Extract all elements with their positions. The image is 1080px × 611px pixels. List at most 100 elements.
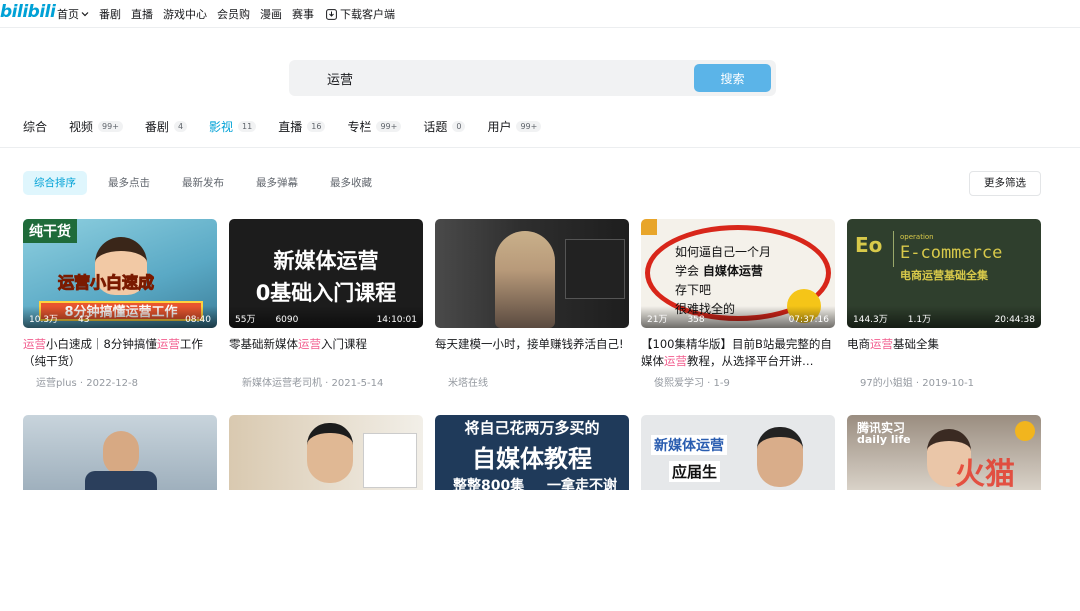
filter-most-favorites[interactable]: 最多收藏: [319, 171, 383, 195]
video-thumbnail[interactable]: [435, 219, 629, 328]
bilibili-logo[interactable]: bilibili: [0, 2, 56, 22]
tab-video[interactable]: 视频 99+: [69, 118, 123, 135]
thumb-subline: 应届生: [669, 461, 721, 482]
main-nav: 首页 番剧 直播 游戏中心 会员购 漫画 赛事 下载客户端: [57, 6, 405, 22]
tab-all[interactable]: 综合: [23, 118, 47, 135]
video-card[interactable]: 每天建模一小时，接单赚钱养活自己! 米塔在线: [435, 219, 629, 415]
chevron-down-icon: [81, 12, 89, 17]
tab-label: 用户: [487, 120, 512, 134]
video-title[interactable]: 零基础新媒体运营入门课程: [229, 336, 423, 370]
top-nav-bar: bilibili 首页 番剧 直播 游戏中心 会员购 漫画 赛事 下载客户端: [0, 0, 1080, 28]
thumb-line: 学会 自媒体运营: [675, 264, 763, 278]
video-card[interactable]: 纯干货 运营小白速成 8分钟搞懂运营工作 10.3万 43 08:40 运营小白…: [23, 219, 217, 415]
tab-label: 视频: [69, 120, 94, 134]
presenter-face: [103, 431, 139, 475]
sun-sticker-icon: [1015, 421, 1035, 441]
tab-count-badge: 99+: [516, 121, 542, 132]
video-card[interactable]: 新媒体运营 0基础入门课程 55万 6090 14:10:01 零基础新媒体运营…: [229, 219, 423, 415]
video-thumbnail[interactable]: 纯干货 运营小白速成 8分钟搞懂运营工作 10.3万 43 08:40: [23, 219, 217, 328]
nav-bangumi[interactable]: 番剧: [99, 6, 121, 22]
more-filters-button[interactable]: 更多筛选: [969, 171, 1041, 196]
video-thumbnail[interactable]: 新媒体运营 0基础入门课程 55万 6090 14:10:01: [229, 219, 423, 328]
video-meta[interactable]: 运营plus · 2022-12-8: [23, 374, 217, 389]
uploader-name: 运营plus: [36, 378, 77, 389]
video-card[interactable]: [23, 415, 217, 611]
video-thumbnail[interactable]: [229, 415, 423, 490]
download-icon: [326, 8, 337, 20]
nav-download-client[interactable]: 下载客户端: [324, 6, 395, 22]
title-text: 教程，从选择平台开讲…: [687, 354, 814, 368]
tab-article[interactable]: 专栏 99+: [347, 118, 402, 135]
upload-date: 2019-10-1: [922, 378, 975, 389]
presenter-face: [757, 427, 803, 487]
video-thumbnail[interactable]: 腾讯实习 daily life 火猫鱼: [847, 415, 1041, 490]
thumb-subline: 电商运营基础全集: [900, 269, 988, 282]
tab-count-badge: 16: [307, 121, 326, 132]
thumb-tag: 纯干货: [23, 219, 77, 243]
video-card[interactable]: 腾讯实习 daily life 火猫鱼: [847, 415, 1041, 611]
video-meta[interactable]: 新媒体运营老司机 · 2021-5-14: [229, 374, 423, 389]
tab-label: 综合: [23, 120, 48, 134]
thumb-line: 整整800集: [453, 478, 525, 490]
nav-esports[interactable]: 赛事: [292, 6, 314, 22]
filter-default-sort[interactable]: 综合排序: [23, 171, 87, 195]
danmaku-count: 6090: [275, 315, 299, 325]
video-thumbnail[interactable]: Eo operation E-commerce 电商运营基础全集 144.3万 …: [847, 219, 1041, 328]
video-title[interactable]: 每天建模一小时，接单赚钱养活自己!: [435, 336, 629, 370]
thumb-line: 将自己花两万多买的: [464, 419, 600, 437]
tab-count-badge: 11: [238, 121, 257, 132]
nav-game-center[interactable]: 游戏中心: [163, 6, 207, 22]
tab-live[interactable]: 直播 16: [278, 118, 326, 135]
tab-film[interactable]: 影视 11: [209, 118, 257, 135]
tab-label: 专栏: [347, 120, 372, 134]
video-grid: 纯干货 运营小白速成 8分钟搞懂运营工作 10.3万 43 08:40 运营小白…: [23, 219, 1041, 415]
filter-newest[interactable]: 最新发布: [171, 171, 235, 195]
nav-vip-shop[interactable]: 会员购: [217, 6, 250, 22]
filter-most-danmaku[interactable]: 最多弹幕: [245, 171, 309, 195]
video-meta[interactable]: 俊熙爱学习 · 1-9: [641, 374, 835, 389]
video-stats: 144.3万 1.1万 20:44:38: [847, 306, 1041, 328]
filter-most-clicks[interactable]: 最多点击: [97, 171, 161, 195]
video-duration: 14:10:01: [376, 315, 417, 325]
nav-home[interactable]: 首页: [57, 6, 89, 22]
video-title[interactable]: 【100集精华版】目前B站最完整的自媒体运营教程，从选择平台开讲…: [641, 336, 835, 370]
thumb-subline: 0基础入门课程: [255, 281, 397, 305]
highlight-keyword: 运营: [23, 337, 46, 351]
title-text: 电商: [847, 337, 870, 351]
tab-count-badge: 99+: [98, 121, 123, 132]
video-card[interactable]: [229, 415, 423, 611]
tab-bangumi[interactable]: 番剧 4: [145, 118, 188, 135]
video-duration: 08:40: [185, 315, 211, 325]
nav-live[interactable]: 直播: [131, 6, 153, 22]
video-card[interactable]: 将自己花两万多买的 自媒体教程 整整800集 一拿走不谢: [435, 415, 629, 611]
tab-label: 影视: [209, 120, 234, 134]
tab-topic[interactable]: 话题 0: [423, 118, 466, 135]
nav-manga[interactable]: 漫画: [260, 6, 282, 22]
video-thumbnail[interactable]: 将自己花两万多买的 自媒体教程 整整800集 一拿走不谢: [435, 415, 629, 490]
highlight-keyword: 运营: [298, 337, 321, 351]
video-thumbnail[interactable]: 新媒体运营 应届生: [641, 415, 835, 490]
tab-count-badge: 0: [452, 121, 466, 132]
thumb-headline: 新媒体运营: [273, 249, 379, 273]
uploader-name: 97的小姐姐: [860, 378, 913, 389]
title-text: 每天建模一小时，接单赚钱养活自己!: [435, 337, 624, 351]
tab-user[interactable]: 用户 99+: [487, 118, 542, 135]
video-card[interactable]: 新媒体运营 应届生: [641, 415, 835, 611]
tabs-divider: [0, 147, 1080, 148]
video-meta[interactable]: 米塔在线: [435, 374, 629, 389]
video-card[interactable]: 如何逼自己一个月 学会 自媒体运营 存下吧 很难找全的 21万 358 07:3…: [641, 219, 835, 415]
title-text: 零基础新媒体: [229, 337, 298, 351]
thumb-headline: E-commerce: [900, 243, 1003, 263]
search-input[interactable]: [327, 68, 667, 88]
video-thumbnail[interactable]: [23, 415, 217, 490]
thumb-headline: 自媒体教程: [472, 445, 592, 473]
video-thumbnail[interactable]: 如何逼自己一个月 学会 自媒体运营 存下吧 很难找全的 21万 358 07:3…: [641, 219, 835, 328]
video-card[interactable]: Eo operation E-commerce 电商运营基础全集 144.3万 …: [847, 219, 1041, 415]
video-duration: 07:37:16: [788, 315, 829, 325]
video-meta[interactable]: 97的小姐姐 · 2019-10-1: [847, 374, 1041, 389]
video-title[interactable]: 运营小白速成｜8分钟搞懂运营工作（纯干货）: [23, 336, 217, 370]
danmaku-count: 358: [687, 315, 705, 325]
search-button[interactable]: 搜索: [694, 64, 771, 92]
search-type-tabs: 综合 视频 99+ 番剧 4 影视 11 直播 16 专栏 99+ 话题 0 用户 99+: [23, 118, 563, 135]
video-title[interactable]: 电商运营基础全集: [847, 336, 1041, 370]
